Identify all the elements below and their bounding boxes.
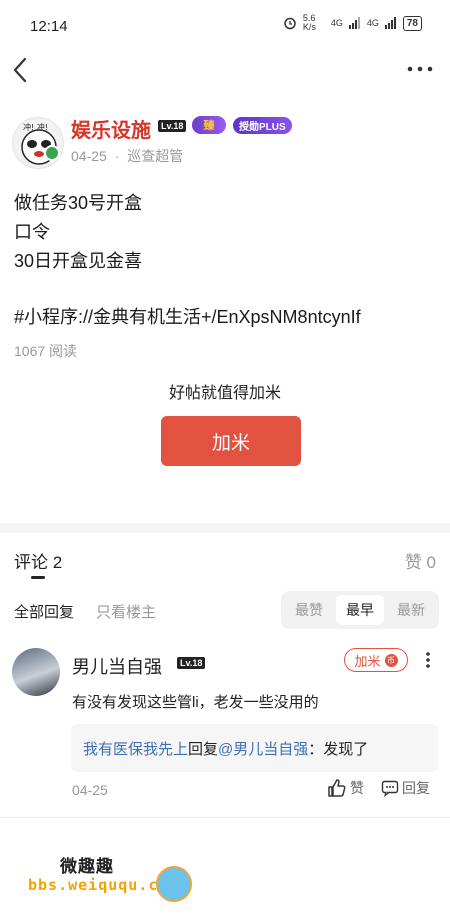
watermark-url: bbs.weiququ.cn xyxy=(28,876,169,894)
filter-all-replies[interactable]: 全部回复 xyxy=(14,601,74,622)
section-divider xyxy=(0,523,450,533)
sort-latest[interactable]: 最新 xyxy=(387,595,435,625)
author-avatar[interactable]: 冲! 冲! xyxy=(12,117,64,169)
coin-icon: 币 xyxy=(384,653,398,667)
reply-author[interactable]: 我有医保我先上 xyxy=(83,741,188,758)
medal-badge: 臻 xyxy=(192,116,226,134)
reply-text: ：发现了 xyxy=(308,741,369,758)
signal-bars-icon xyxy=(384,17,396,29)
thumbs-up-icon xyxy=(328,779,346,797)
reply-label: 回复 xyxy=(402,780,430,796)
post-line: 30日开盒见金喜 xyxy=(14,251,143,271)
chevron-left-icon[interactable] xyxy=(10,56,32,84)
like-label: 赞 xyxy=(350,780,364,796)
level-badge: Lv.18 xyxy=(158,120,187,132)
comment-more-icon[interactable] xyxy=(423,651,433,669)
reply-preview[interactable]: 我有医保我先上回复@男儿当自强：发现了 xyxy=(71,724,438,772)
post-meta: 04-25 · 巡查超管 xyxy=(71,146,183,166)
author-role: 巡查超管 xyxy=(127,148,184,164)
verified-badge-icon xyxy=(44,145,60,161)
comment-reward-label: 加米 xyxy=(354,653,381,669)
watermark-logo-icon xyxy=(156,866,192,902)
reply-bubble-icon xyxy=(381,780,399,797)
meta-separator: · xyxy=(114,148,120,164)
comment-reply-button[interactable]: 回复 xyxy=(381,778,430,798)
sort-earliest[interactable]: 最早 xyxy=(336,595,384,625)
reward-button[interactable]: 加米 xyxy=(161,416,301,466)
comment-like-button[interactable]: 赞 xyxy=(327,778,364,798)
comment-text: 有没有发现这些管li，老发一些没用的 xyxy=(72,694,319,711)
sort-most-liked[interactable]: 最赞 xyxy=(285,595,333,625)
signal-2: 4G xyxy=(366,18,379,28)
comment-date: 04-25 xyxy=(72,782,108,798)
network-speed: 5.6 K/s xyxy=(302,13,316,32)
reply-verb: 回复 xyxy=(188,741,219,758)
read-count: 1067 阅读 xyxy=(14,343,78,359)
reply-line: 我有医保我先上回复@男儿当自强：发现了 xyxy=(83,738,368,759)
reward-prompt: 好帖就值得加米 xyxy=(168,385,281,402)
signal-bars-icon xyxy=(348,17,360,29)
signal-1: 4G xyxy=(330,18,343,28)
filter-op-only[interactable]: 只看楼主 xyxy=(96,601,156,622)
svg-text:冲! 冲!: 冲! 冲! xyxy=(23,122,48,132)
alarm-icon xyxy=(284,17,296,30)
post-line: 做任务30号开盒 xyxy=(14,193,143,213)
author-name[interactable]: 娱乐设施 xyxy=(71,114,151,143)
comment-separator xyxy=(0,817,450,818)
more-dots-icon[interactable] xyxy=(406,62,434,76)
commenter-level-badge: Lv.18 xyxy=(177,657,206,669)
commenter-name[interactable]: 男儿当自强 xyxy=(72,653,162,679)
tab-indicator xyxy=(31,576,45,579)
plus-badge: 授勋PLUS xyxy=(233,117,292,134)
commenter-avatar[interactable] xyxy=(12,648,60,696)
status-icons: 5.6 K/s 4G 4G 78 xyxy=(283,14,422,32)
sort-segmented-control: 最赞 最早 最新 xyxy=(281,591,439,629)
post-line: #小程序://金典有机生活+/EnXpsNM8ntcynIf xyxy=(14,307,361,327)
likes-tab[interactable]: 赞 0 xyxy=(405,548,436,573)
reply-mention[interactable]: @男儿当自强 xyxy=(218,741,308,758)
comment-reward-button[interactable]: 加米 币 xyxy=(344,648,408,672)
comments-tab[interactable]: 评论 2 xyxy=(14,548,62,573)
post-date: 04-25 xyxy=(71,148,107,164)
post-line: 口令 xyxy=(14,222,50,242)
status-time: 12:14 xyxy=(30,18,68,35)
panda-avatar-icon: 冲! 冲! xyxy=(21,122,57,165)
battery-indicator: 78 xyxy=(402,15,422,31)
watermark-title: 微趣趣 xyxy=(60,857,114,876)
